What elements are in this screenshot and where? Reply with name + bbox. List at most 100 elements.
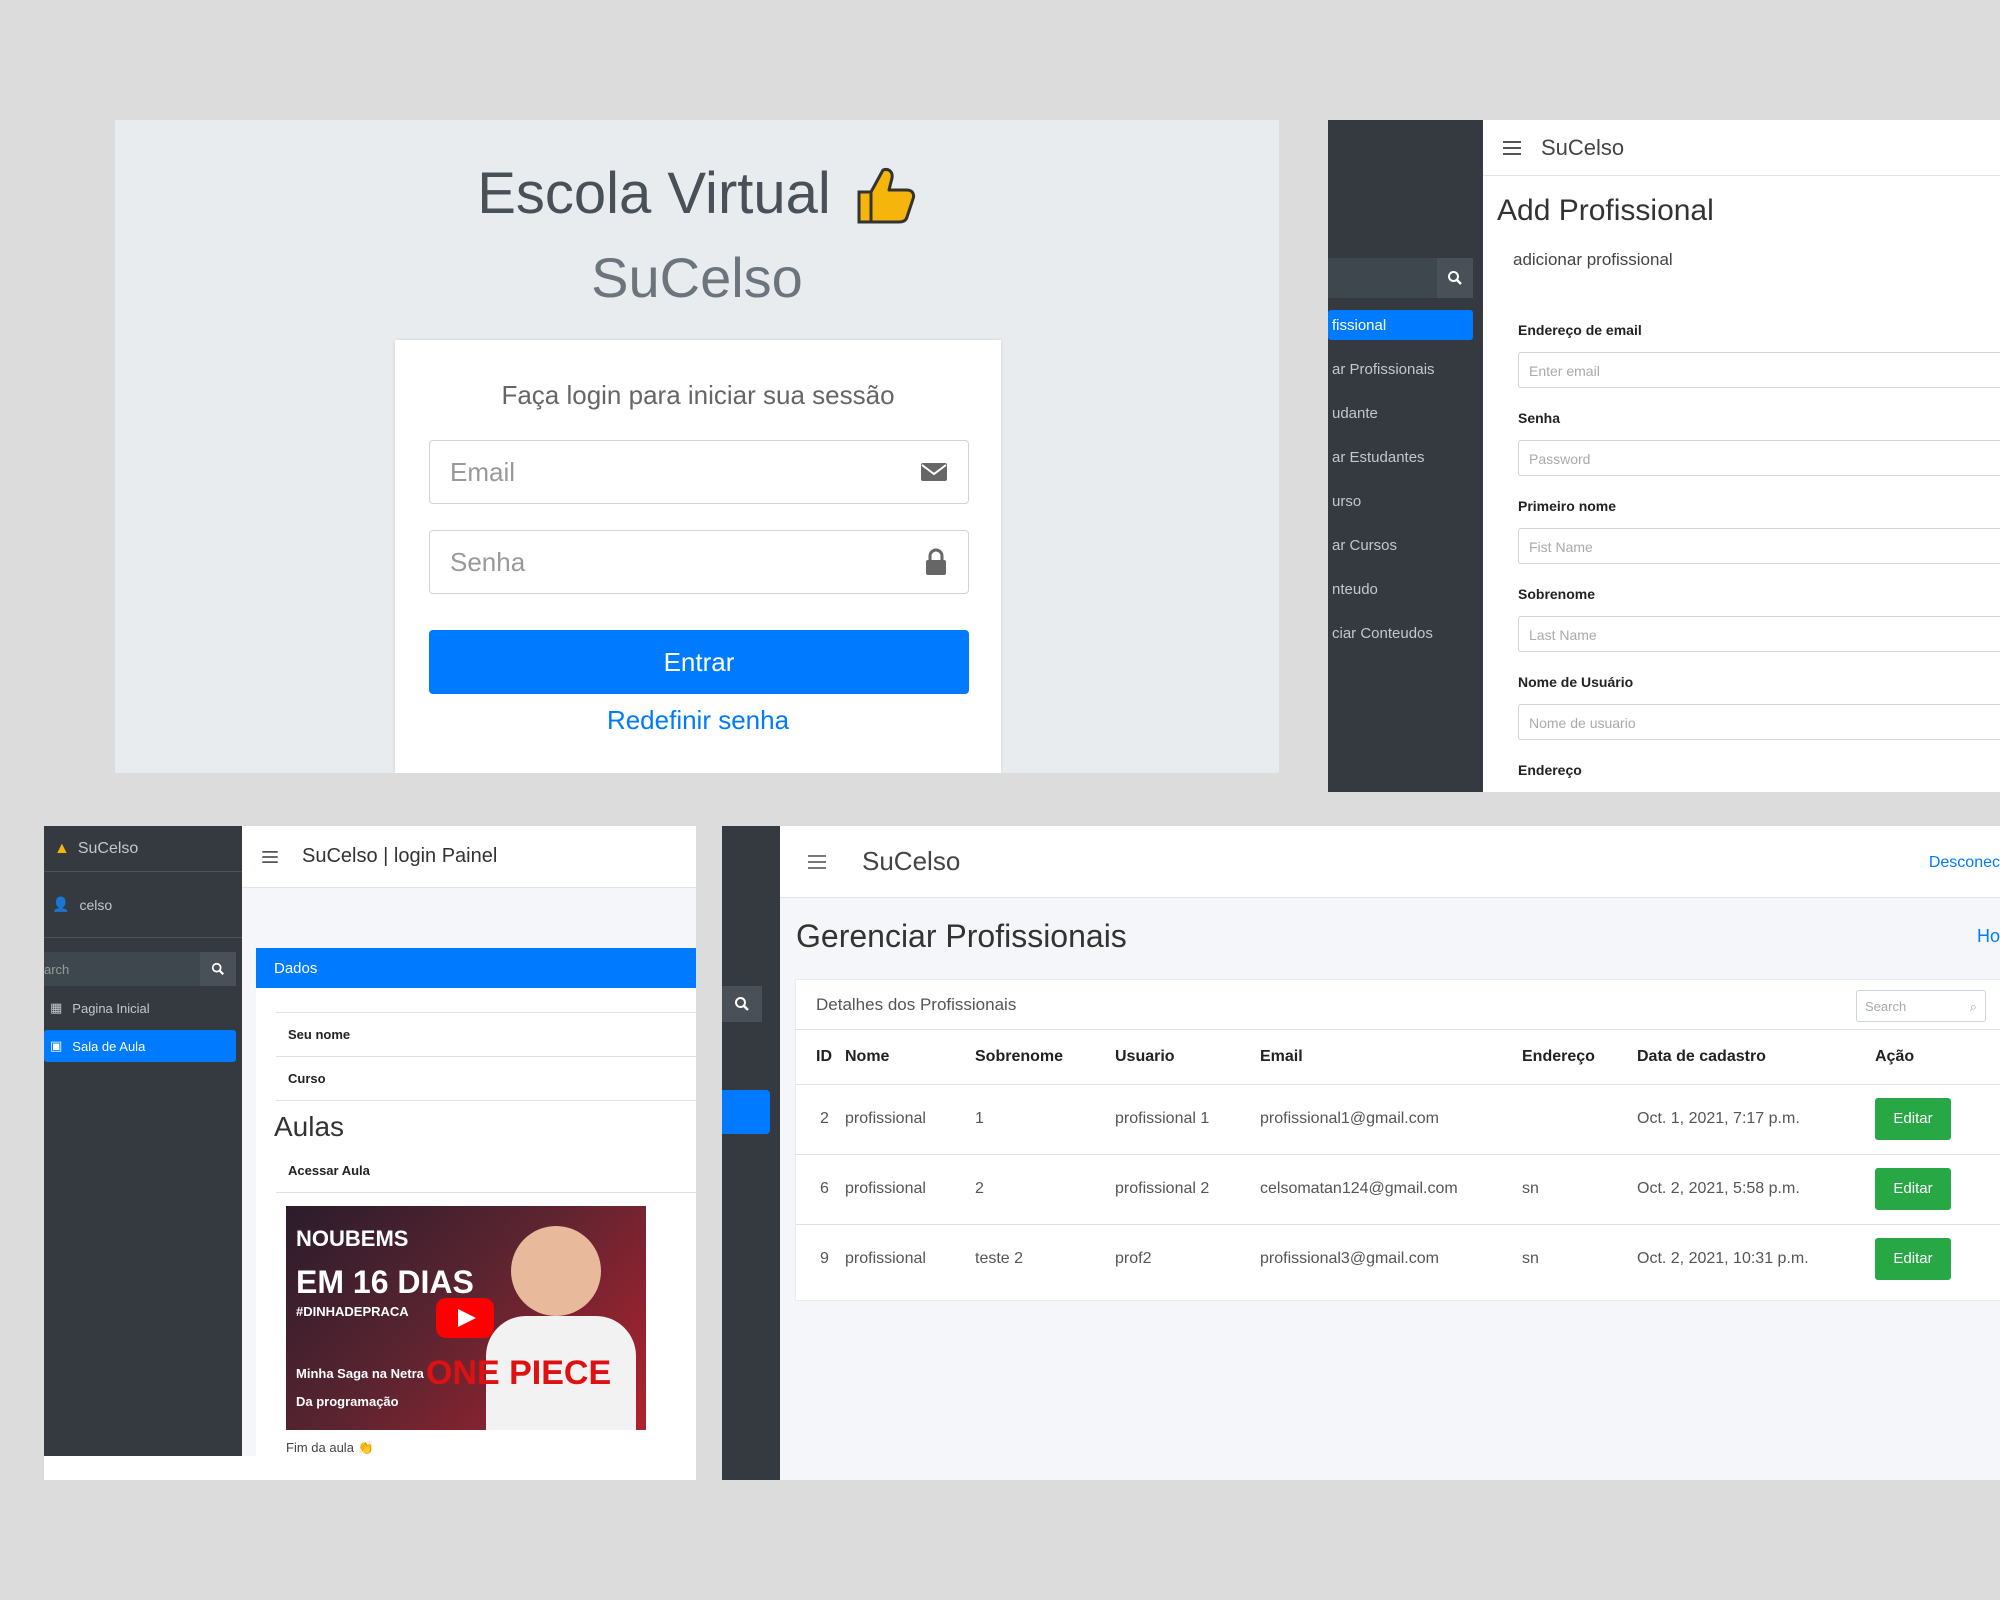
app-title: SuCelso	[862, 846, 961, 876]
card-header: Dados	[256, 948, 696, 988]
email-field[interactable]: Email	[429, 440, 969, 504]
sidebar-item-pagina-inicial[interactable]: ▦ Pagina Inicial	[44, 992, 236, 1024]
shirt-text: ONE PIECE	[426, 1354, 612, 1392]
login-title: Escola Virtual	[477, 161, 831, 226]
cell-sobrenome: teste 2	[971, 1223, 1111, 1294]
cell-nome: profissional	[841, 1083, 971, 1154]
col-data: Data de cadastro	[1637, 1047, 1766, 1065]
cell-data: Oct. 1, 2021, 7:17 p.m.	[1633, 1083, 1871, 1154]
main-content: SuCelso Desconec Gerenciar Profissionais…	[780, 826, 2000, 1480]
table-header-row: ID Nome Sobrenome Usuario Email Endereço…	[796, 1030, 2000, 1084]
video-line3: #DINHADEPRACA	[296, 1304, 409, 1319]
reset-password-link[interactable]: Redefinir senha	[395, 705, 1001, 736]
calendar-icon: ▣	[50, 1038, 63, 1053]
col-usuario: Usuario	[1115, 1047, 1175, 1065]
login-message: Faça login para iniciar sua sessão	[501, 380, 895, 410]
cell-id: 6	[796, 1153, 841, 1224]
sidebar-brand[interactable]: ▲ SuCelso	[44, 826, 242, 872]
login-screen: Escola Virtual SuCelso Faça login para i…	[115, 120, 1279, 773]
search-icon[interactable]	[200, 952, 236, 986]
cell-id: 2	[796, 1083, 841, 1154]
cell-usuario: profissional 2	[1111, 1153, 1256, 1224]
last-name-input[interactable]: Last Name	[1518, 616, 2000, 652]
sidebar: fissional ar Profissionais udante ar Est…	[1328, 120, 1483, 792]
cell-acao: Editar	[1871, 1153, 2000, 1224]
cell-sobrenome: 2	[971, 1153, 1111, 1224]
caption-text: Fim da aula	[286, 1440, 354, 1455]
table-row: 2 profissional 1 profissional 1 profissi…	[796, 1083, 2000, 1154]
lock-icon	[926, 548, 946, 575]
page-title: Gerenciar Profissionais	[796, 918, 1127, 954]
sidebar-user[interactable]: 👤 celso	[44, 872, 242, 938]
email-label: Endereço de email	[1518, 322, 1642, 338]
username-label: Nome de Usuário	[1518, 674, 1634, 690]
sidebar-item-add-conteudo[interactable]: nteudo	[1328, 574, 1473, 604]
thumbs-up-icon	[857, 167, 915, 223]
search-icon[interactable]	[1437, 258, 1473, 298]
envelope-icon	[921, 463, 947, 481]
profissionais-table: ID Nome Sobrenome Usuario Email Endereço…	[796, 1030, 2000, 1294]
cell-data: Oct. 2, 2021, 5:58 p.m.	[1633, 1153, 1871, 1224]
menu-icon[interactable]	[262, 850, 278, 863]
sidebar-item-profissionais[interactable]: ar Profissionais	[1328, 354, 1473, 384]
table-icon: ▦	[50, 1000, 63, 1015]
card-header: Detalhes dos Profissionais Search ⌕	[796, 980, 2000, 1030]
menu-icon[interactable]	[1503, 140, 1521, 155]
editar-button[interactable]: Editar	[1875, 1168, 1951, 1210]
seu-nome-row: Seu nome	[276, 1012, 696, 1057]
acessar-aula-row[interactable]: Acessar Aula	[276, 1149, 696, 1193]
table-row: 6 profissional 2 profissional 2 celsomat…	[796, 1153, 2000, 1224]
login-card: Faça login para iniciar sua sessão Email…	[395, 340, 1001, 773]
cell-nome: profissional	[841, 1223, 971, 1294]
card-title: adicionar profissional	[1513, 250, 1673, 269]
first-name-input[interactable]: Fist Name	[1518, 528, 2000, 564]
entrar-button[interactable]: Entrar	[429, 630, 969, 694]
sidebar-item-add-curso[interactable]: urso	[1328, 486, 1473, 516]
sidebar-item-active[interactable]	[722, 1090, 770, 1134]
youtube-play-icon[interactable]	[436, 1298, 494, 1338]
search-placeholder: Search	[1865, 999, 1907, 1014]
user-icon: 👤	[52, 896, 70, 912]
sidebar-item-cursos[interactable]: ar Cursos	[1328, 530, 1473, 560]
sidebar-item-sala-de-aula[interactable]: ▣ Sala de Aula	[44, 1030, 236, 1062]
password-field[interactable]: Senha	[429, 530, 969, 594]
logout-link[interactable]: Desconec	[1929, 854, 2000, 872]
cell-email: profissional1@gmail.com	[1256, 1083, 1518, 1154]
aulas-screen: ▲ SuCelso 👤 celso arch ▦ Pagina Inicial …	[44, 826, 696, 1480]
cell-email: celsomatan124@gmail.com	[1256, 1153, 1518, 1224]
endereco-label: Endereço	[1518, 762, 1582, 778]
menu-icon[interactable]	[808, 854, 826, 869]
editar-button[interactable]: Editar	[1875, 1238, 1951, 1281]
sidebar-item-conteudos[interactable]: ciar Conteudos	[1328, 618, 1473, 648]
sidebar	[722, 826, 780, 1480]
brand-logo-icon: ▲	[54, 839, 70, 857]
sidebar-item-add-estudante[interactable]: udante	[1328, 398, 1473, 428]
cell-endereco: sn	[1518, 1223, 1633, 1294]
email-input[interactable]: Enter email	[1518, 352, 2000, 388]
table-search-input[interactable]: Search ⌕	[1856, 990, 1986, 1022]
video-caption: Fim da aula 👏	[286, 1440, 374, 1456]
clap-icon: 👏	[357, 1440, 374, 1455]
topbar: SuCelso Desconec	[780, 826, 2000, 898]
cell-endereco: sn	[1518, 1153, 1633, 1224]
sidebar-user-label: celso	[79, 896, 113, 913]
sidebar-brand-label: SuCelso	[77, 839, 139, 857]
cell-email: profissional3@gmail.com	[1256, 1223, 1518, 1294]
cell-data: Oct. 2, 2021, 10:31 p.m.	[1633, 1223, 1871, 1294]
sidebar-search[interactable]: arch	[44, 952, 236, 986]
username-input[interactable]: Nome de usuario	[1518, 704, 2000, 740]
cell-usuario: profissional 1	[1111, 1083, 1256, 1154]
video-thumbnail[interactable]: ONE PIECE NOUBEMS EM 16 DIAS #DINHADEPRA…	[286, 1206, 646, 1430]
sidebar: ▲ SuCelso 👤 celso arch ▦ Pagina Inicial …	[44, 826, 242, 1456]
editar-button[interactable]: Editar	[1875, 1098, 1951, 1140]
search-icon[interactable]	[722, 986, 762, 1022]
home-link[interactable]: Ho	[1977, 926, 2000, 947]
login-logo: Escola Virtual	[115, 160, 1279, 227]
sidebar-item-add-profissional[interactable]: fissional	[1328, 310, 1473, 340]
sidebar-item-estudantes[interactable]: ar Estudantes	[1328, 442, 1473, 472]
sidebar-search[interactable]	[1328, 258, 1473, 298]
senha-input[interactable]: Password	[1518, 440, 2000, 476]
login-brand: SuCelso	[591, 246, 803, 309]
cell-id: 9	[796, 1223, 841, 1294]
password-placeholder: Senha	[450, 546, 526, 577]
